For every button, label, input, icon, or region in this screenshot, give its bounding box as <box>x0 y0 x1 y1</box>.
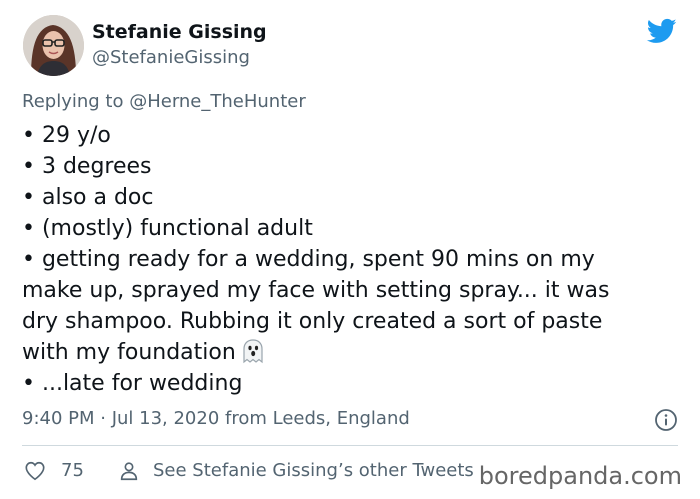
author-name[interactable]: Stefanie Gissing <box>92 21 267 43</box>
tweet-text: • 29 y/o • 3 degrees • also a doc • (mos… <box>22 120 682 399</box>
tweet-line: dry shampoo. Rubbing it only created a s… <box>22 309 603 334</box>
twitter-bird-icon[interactable] <box>645 16 679 46</box>
replying-to: Replying to @Herne_TheHunter <box>22 91 306 112</box>
tweet-line: make up, sprayed my face with setting sp… <box>22 278 610 303</box>
tweet-line: • getting ready for a wedding, spent 90 … <box>22 247 595 272</box>
timestamp[interactable]: 9:40 PM · Jul 13, 2020 from Leeds, Engla… <box>22 408 410 429</box>
replying-to-handle[interactable]: @Herne_TheHunter <box>129 91 306 112</box>
tweet-line: • 3 degrees <box>22 154 152 179</box>
like-count[interactable]: 75 <box>61 460 84 481</box>
tweet-line: • also a doc <box>22 185 154 210</box>
replying-prefix: Replying to <box>22 91 130 112</box>
tweet-line: with my foundation <box>22 340 236 365</box>
tweet-line: • ...late for wedding <box>22 371 243 396</box>
avatar[interactable] <box>23 15 84 76</box>
watermark: boredpanda.com <box>476 462 684 490</box>
tweet-line-with-emoji: with my foundation <box>22 337 682 368</box>
tweet-line: • (mostly) functional adult <box>22 216 313 241</box>
see-other-tweets-link[interactable]: See Stefanie Gissing’s other Tweets <box>153 460 474 481</box>
tweet-line: • 29 y/o <box>22 123 111 148</box>
divider <box>22 445 678 446</box>
avatar-image <box>23 15 84 76</box>
ghost-icon <box>243 339 263 364</box>
info-icon[interactable] <box>654 408 678 432</box>
heart-icon[interactable] <box>24 460 46 482</box>
author-handle[interactable]: @StefanieGissing <box>92 47 250 68</box>
person-icon[interactable] <box>118 460 140 482</box>
